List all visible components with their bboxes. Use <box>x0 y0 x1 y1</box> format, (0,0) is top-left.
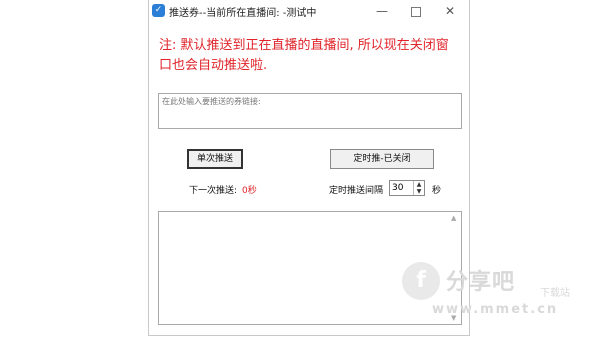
stepper-down-icon[interactable]: ▼ <box>414 188 424 195</box>
minimize-button[interactable]: — <box>365 0 399 22</box>
watermark-logo-icon: f <box>402 262 440 300</box>
scroll-up-icon[interactable]: ▲ <box>451 214 456 222</box>
maximize-button[interactable] <box>399 0 433 22</box>
watermark: f 分享吧 下载站 www.mmet.cn <box>402 262 582 322</box>
timer-push-button[interactable]: 定时推-已关闭 <box>330 149 434 169</box>
maximize-icon <box>411 7 421 17</box>
interval-unit: 秒 <box>432 186 442 196</box>
next-push-label: 下一次推送: <box>189 186 238 196</box>
close-button[interactable]: ✕ <box>433 0 467 22</box>
interval-label: 定时推送间隔 <box>329 186 384 196</box>
window-title: 推送券--当前所在直播间: -测试中 <box>169 8 317 19</box>
next-push-countdown: 0秒 <box>242 186 257 196</box>
watermark-text: 分享吧 <box>446 270 516 295</box>
watermark-subtext: 下载站 <box>540 288 570 299</box>
title-bar[interactable]: ✓ 推送券--当前所在直播间: -测试中 — ✕ <box>149 0 469 22</box>
notice-text: 注: 默认推送到正在直播的直播间, 所以现在关闭窗口也会自动推送啦. <box>159 38 449 73</box>
watermark-url: www.mmet.cn <box>432 302 559 317</box>
coupon-link-input[interactable]: 在此处输入要推送的券链接: <box>158 93 462 129</box>
interval-value[interactable]: 30 <box>392 183 403 193</box>
app-icon: ✓ <box>152 4 165 17</box>
interval-stepper[interactable]: 30 ▲ ▼ <box>389 180 425 196</box>
single-push-button[interactable]: 单次推送 <box>187 149 243 169</box>
stepper-up-icon[interactable]: ▲ <box>414 181 424 188</box>
stepper-arrows[interactable]: ▲ ▼ <box>413 181 424 195</box>
